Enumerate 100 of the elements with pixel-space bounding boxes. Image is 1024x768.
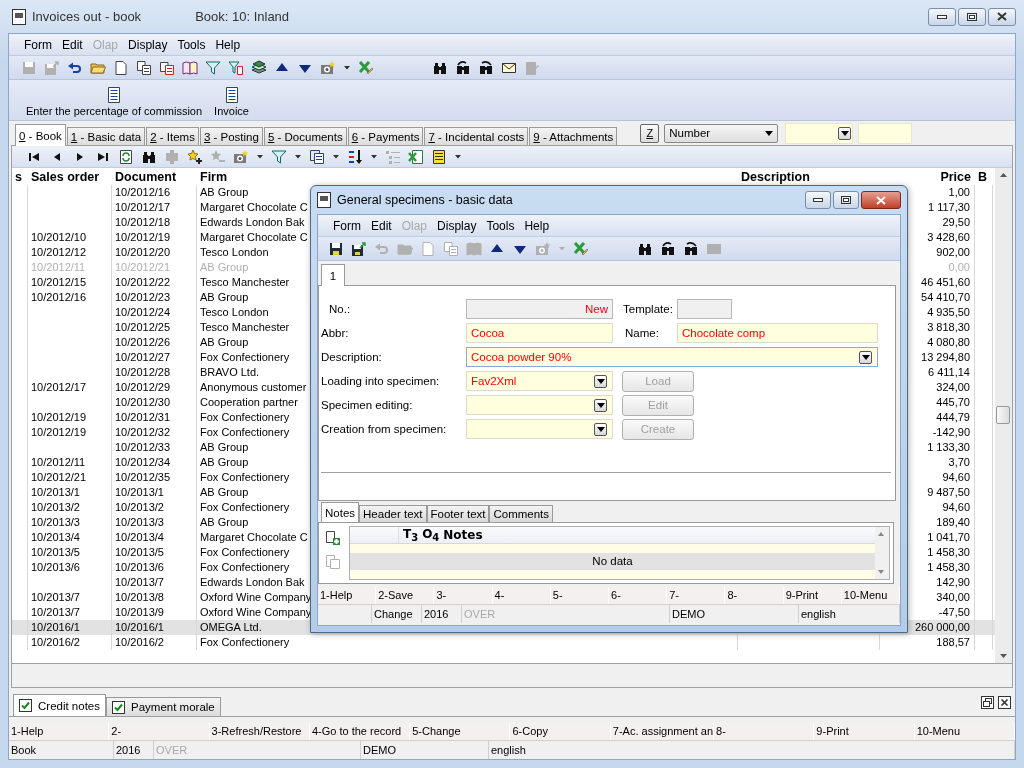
minimize-button[interactable] [928, 7, 956, 26]
function-key[interactable]: 3- [434, 587, 493, 604]
scrollbar-thumb[interactable] [996, 406, 1010, 424]
search-next-icon[interactable] [683, 240, 699, 257]
tab[interactable]: Footer text [426, 505, 490, 522]
function-key[interactable]: 2- [109, 723, 210, 740]
function-key[interactable]: 1-Help [9, 723, 110, 740]
restore-icon[interactable] [981, 695, 994, 709]
close-button[interactable] [988, 7, 1016, 26]
column-header[interactable]: Sales order [28, 169, 112, 184]
column-header[interactable]: Notes [443, 528, 483, 543]
z-button[interactable]: Z [640, 123, 660, 143]
tab[interactable]: Credit notes [13, 694, 106, 716]
column-header[interactable]: O$_{4}$ [422, 527, 440, 544]
report-icon[interactable] [309, 148, 325, 165]
description-combo[interactable]: Cocoa powder 90% [466, 347, 878, 367]
menu-item[interactable]: Display [123, 37, 173, 52]
menu-item[interactable]: Display [432, 218, 482, 233]
filter-icon[interactable] [205, 59, 221, 76]
save-icon[interactable] [328, 240, 344, 257]
tab[interactable]: Header text [359, 505, 427, 522]
filter-icon[interactable] [271, 148, 287, 165]
dropdown-button[interactable] [594, 422, 607, 436]
close-button[interactable] [861, 191, 901, 209]
dropdown-button[interactable] [859, 350, 872, 364]
spreadsheet-pencil-icon[interactable] [358, 59, 374, 76]
tab[interactable]: 1 [321, 264, 345, 286]
save-export-icon[interactable] [351, 240, 367, 257]
function-key[interactable]: 5- [550, 587, 609, 604]
camera-icon[interactable] [320, 59, 336, 76]
maximize-button[interactable] [833, 191, 859, 209]
filter-field[interactable] [858, 122, 913, 144]
column-header[interactable]: Document [112, 169, 197, 184]
action-button[interactable]: Enter the percentage of commission [24, 87, 205, 117]
function-key[interactable]: 6- [609, 587, 668, 604]
table-row[interactable]: 10/2016/2 10/2016/2 Fox Confectionery 188,57 [12, 635, 995, 650]
name-field[interactable]: Chocolate comp [677, 323, 878, 343]
tab[interactable]: 5 - Documents [263, 127, 347, 145]
tab[interactable]: 7 - Incidental costs [424, 127, 529, 145]
function-key[interactable]: 5-Change [410, 723, 511, 740]
menu-item[interactable]: Tools [172, 37, 211, 52]
function-key[interactable]: 9-Print [814, 723, 915, 740]
function-key[interactable]: 4-Go to the record [309, 723, 411, 740]
tab[interactable]: 3 - Posting [199, 127, 263, 145]
add-note-icon[interactable] [325, 530, 341, 546]
spreadsheet-icon[interactable] [408, 148, 424, 165]
column-header[interactable]: T$_{3}$ [403, 527, 419, 544]
menu-item[interactable]: Tools [481, 218, 520, 233]
function-key[interactable]: 2-Save [376, 587, 435, 604]
function-key[interactable]: 1-Help [318, 587, 377, 604]
column-header[interactable]: Price [880, 169, 975, 184]
menu-item[interactable]: Edit [57, 37, 88, 52]
checkbox[interactable] [19, 699, 32, 712]
function-key[interactable]: 4- [492, 587, 551, 604]
dropdown-button[interactable] [838, 126, 852, 140]
close-icon[interactable] [998, 695, 1011, 709]
pages-icon[interactable] [159, 59, 175, 76]
order-dropdown[interactable]: Number [664, 123, 779, 143]
search-previous-icon[interactable] [660, 240, 676, 257]
tab[interactable]: 6 - Payments [347, 127, 424, 145]
specimen-combo[interactable] [466, 419, 613, 439]
tab[interactable]: 0 - Book [15, 124, 66, 146]
maximize-button[interactable] [958, 7, 986, 26]
function-key[interactable]: 8- [714, 723, 815, 740]
dropdown-button[interactable] [594, 374, 607, 388]
template-field[interactable] [677, 299, 732, 319]
scrollbar[interactable] [995, 168, 1012, 663]
function-key[interactable]: 3-Refresh/Restore [209, 723, 310, 740]
menu-item[interactable]: Edit [366, 218, 397, 233]
function-key[interactable]: 6-Copy [510, 723, 611, 740]
filter-page-icon[interactable] [228, 59, 244, 76]
function-key[interactable]: 8- [725, 587, 784, 604]
stack-icon[interactable] [251, 59, 267, 76]
copy-icon[interactable] [136, 59, 152, 76]
tab[interactable]: 9 - Attachments [529, 127, 618, 145]
page-icon[interactable] [113, 59, 129, 76]
column-header[interactable]: Description [738, 169, 880, 184]
checkbox[interactable] [112, 700, 125, 714]
function-key[interactable]: 10-Menu [914, 723, 1015, 740]
specimen-combo[interactable] [466, 395, 613, 415]
menu-item[interactable]: Form [19, 37, 57, 52]
spreadsheet-pencil-icon[interactable] [573, 240, 589, 257]
tab[interactable]: Comments [489, 505, 554, 522]
function-key[interactable]: 7-Ac. assignment an [610, 723, 715, 740]
dropdown-button[interactable] [594, 398, 607, 412]
tab[interactable]: 1 - Basic data [66, 127, 146, 145]
function-key[interactable]: 9-Print [783, 587, 842, 604]
abbr-field[interactable]: Cocoa [466, 323, 613, 343]
add-icon[interactable] [187, 148, 203, 165]
action-button[interactable]: Invoice [212, 87, 251, 117]
tab[interactable]: 2 - Items [146, 127, 199, 145]
function-key[interactable]: 7- [667, 587, 726, 604]
sort-icon[interactable] [347, 148, 363, 165]
menu-item[interactable]: Help [519, 218, 555, 233]
specimen-combo[interactable]: Fav2Xml [466, 371, 613, 391]
camera-icon[interactable] [233, 148, 249, 165]
tab[interactable]: Notes [321, 502, 360, 522]
book-icon[interactable] [182, 59, 198, 76]
filter-combo[interactable] [785, 122, 854, 144]
search-previous-icon[interactable] [455, 59, 471, 76]
